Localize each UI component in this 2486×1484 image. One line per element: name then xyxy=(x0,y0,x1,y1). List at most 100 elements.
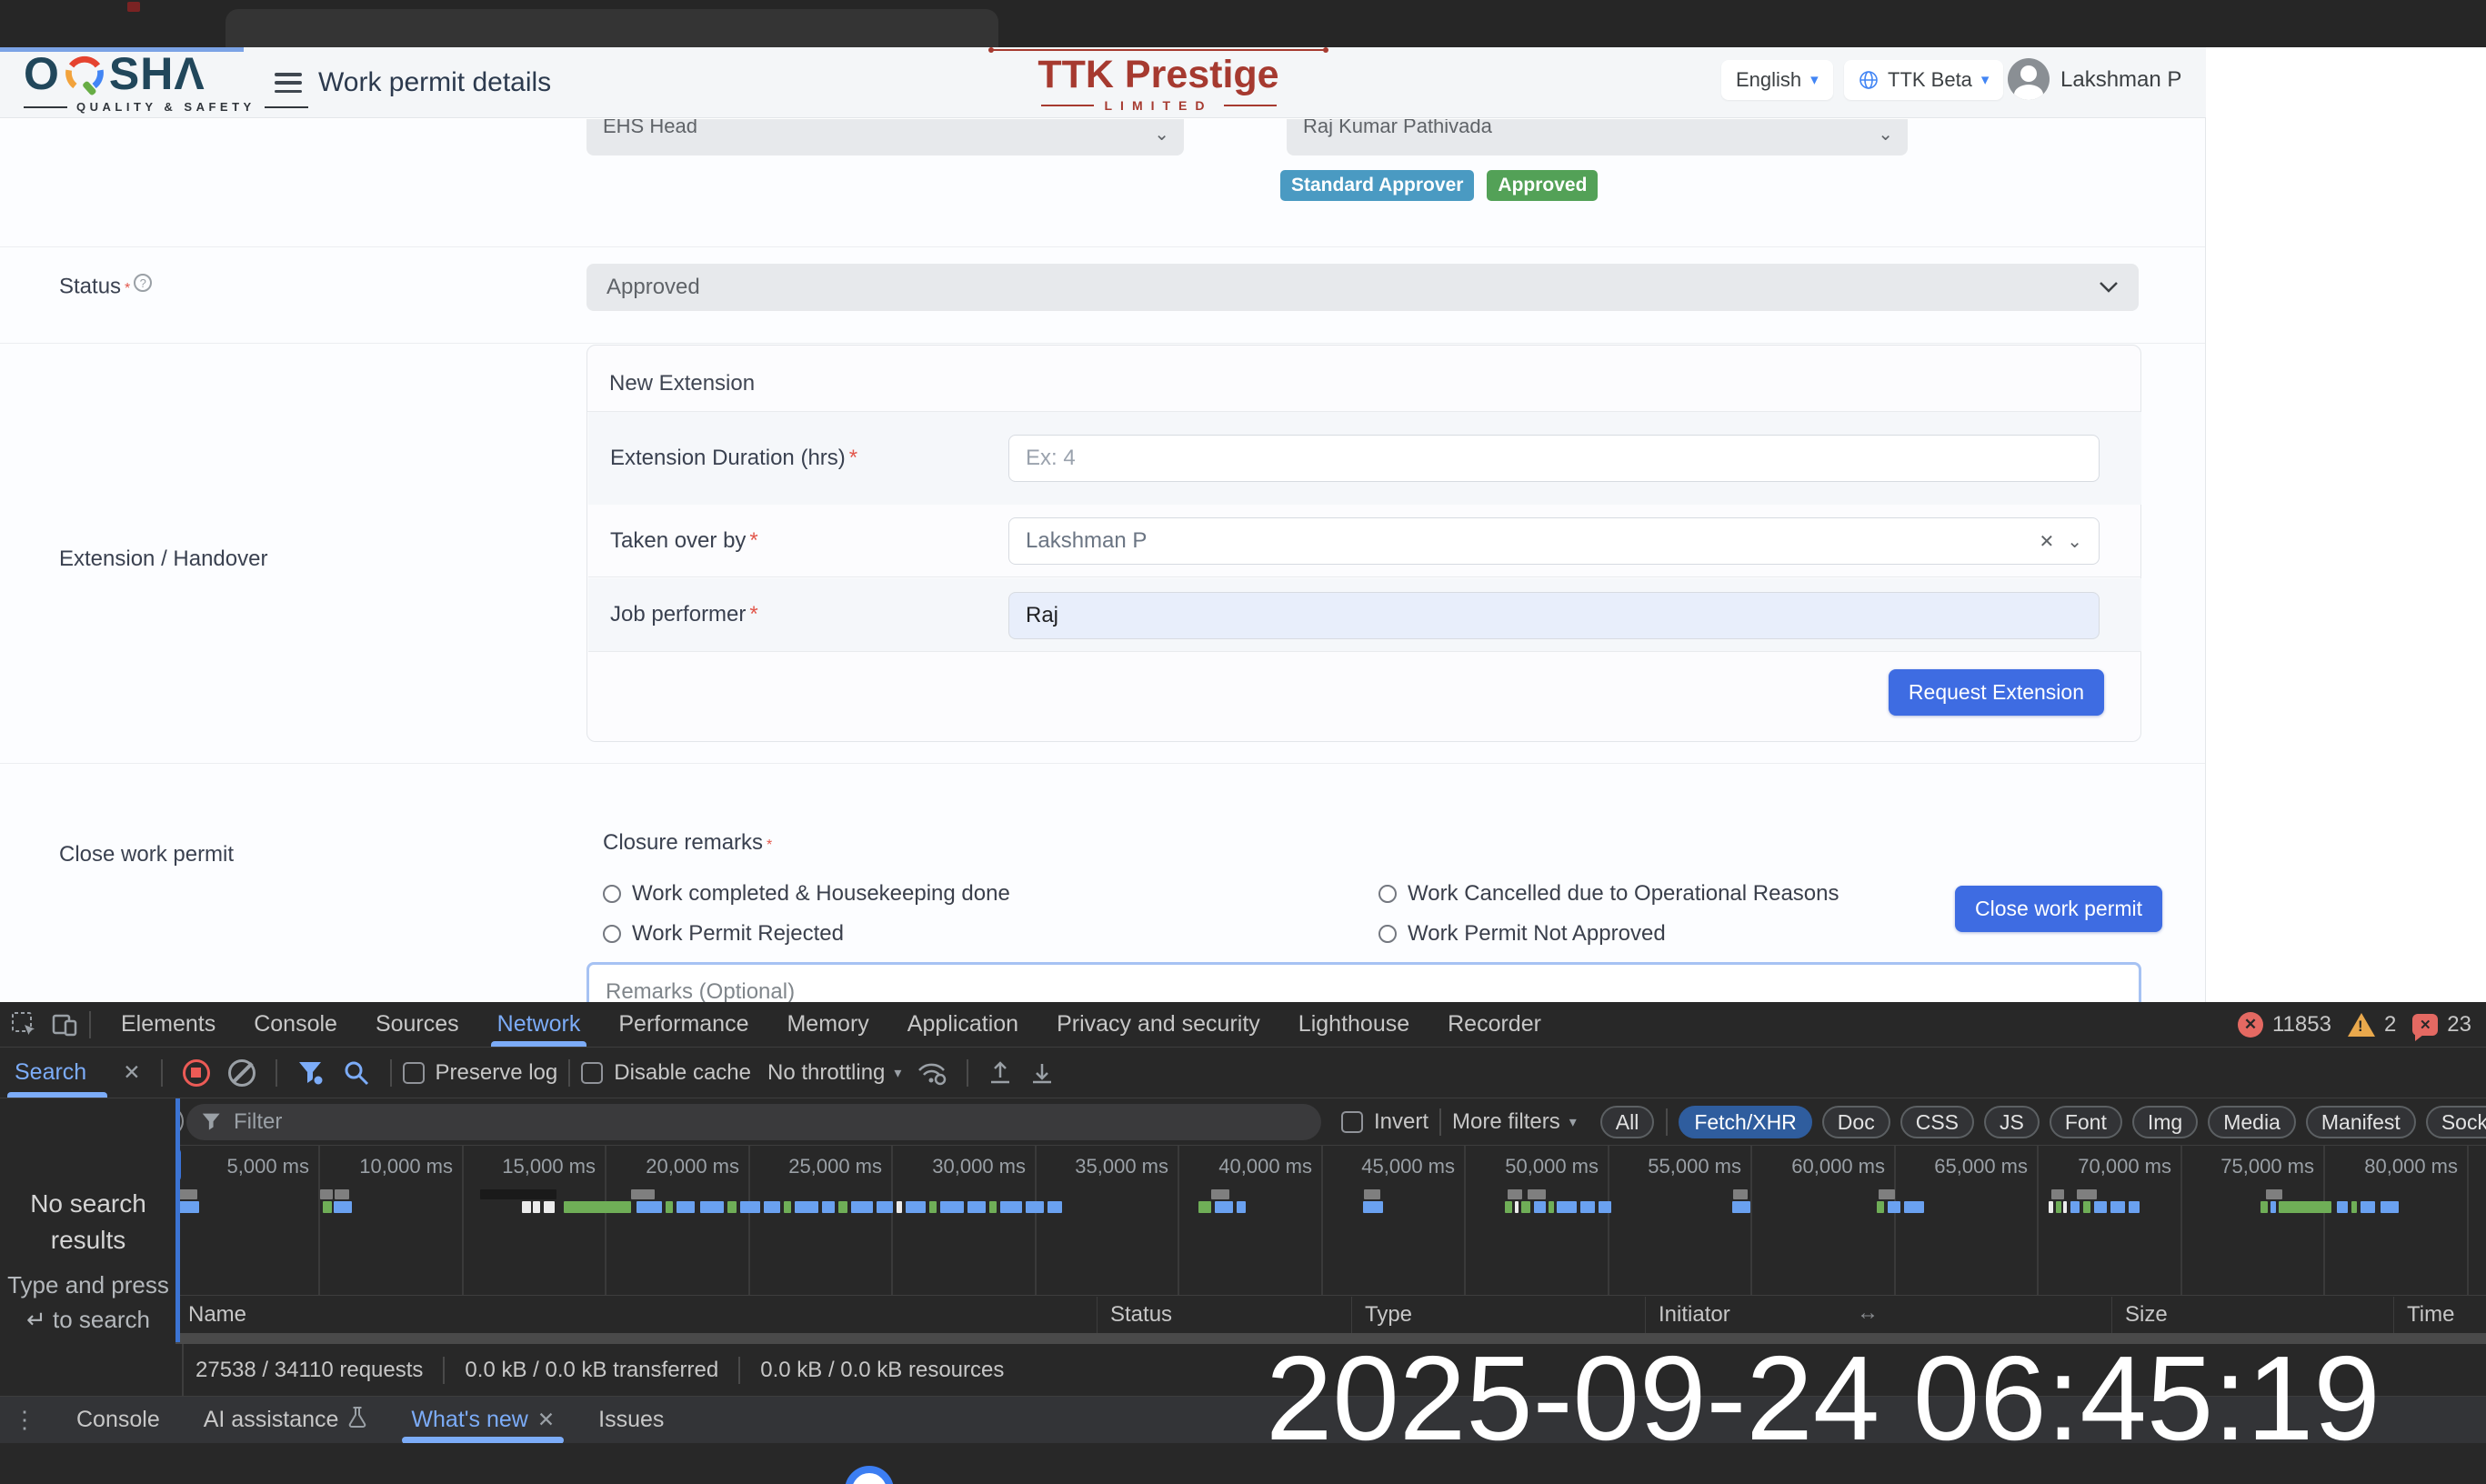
close-search-icon[interactable]: ✕ xyxy=(123,1060,140,1085)
status-select[interactable]: Approved xyxy=(586,264,2139,311)
waterfall-bar xyxy=(2110,1201,2125,1213)
chip-img[interactable]: Img xyxy=(2132,1106,2198,1138)
close-icon[interactable]: ✕ xyxy=(537,1408,555,1432)
avatar[interactable] xyxy=(2008,58,2050,100)
waterfall-bar xyxy=(2051,1189,2064,1199)
drawer-tab-what-s-new[interactable]: What's new✕ xyxy=(411,1407,555,1433)
devtools-tab-recorder[interactable]: Recorder xyxy=(1428,1002,1560,1047)
inspect-icon[interactable] xyxy=(11,1011,38,1038)
chip-js[interactable]: JS xyxy=(1984,1106,2040,1138)
devtools-tab-elements[interactable]: Elements xyxy=(102,1002,235,1047)
devtools-tab-sources[interactable]: Sources xyxy=(356,1002,478,1047)
filter-icon[interactable] xyxy=(297,1060,325,1086)
radio-icon[interactable] xyxy=(603,885,621,903)
column-header-type[interactable]: Type xyxy=(1351,1297,1645,1333)
disable-cache-label[interactable]: Disable cache xyxy=(614,1060,751,1086)
network-overview-timeline[interactable]: 5,000 ms10,000 ms15,000 ms20,000 ms25,00… xyxy=(0,1146,2486,1295)
chip-manifest[interactable]: Manifest xyxy=(2306,1106,2416,1138)
invert-label[interactable]: Invert xyxy=(1374,1109,1428,1135)
chip-doc[interactable]: Doc xyxy=(1822,1106,1890,1138)
duration-input[interactable] xyxy=(1008,435,2100,482)
closure-option[interactable]: Work Cancelled due to Operational Reason… xyxy=(1378,881,1839,907)
pane-splitter[interactable] xyxy=(175,1098,180,1342)
warnings-icon[interactable] xyxy=(2348,1013,2375,1037)
chip-fetch-xhr[interactable]: Fetch/XHR xyxy=(1679,1106,1811,1138)
radio-icon[interactable] xyxy=(1378,885,1397,903)
drawer-tab-console[interactable]: Console xyxy=(76,1407,160,1433)
search-icon[interactable] xyxy=(343,1059,370,1087)
oqsha-tagline: QUALITY & SAFETY xyxy=(24,100,308,114)
chat-widget-icon[interactable] xyxy=(845,1466,894,1484)
taken-over-select[interactable]: Lakshman P ✕⌄ xyxy=(1008,517,2100,565)
close-work-permit-button[interactable]: Close work permit xyxy=(1955,886,2162,932)
column-header-time[interactable]: Time xyxy=(2393,1297,2486,1333)
invert-checkbox[interactable] xyxy=(1341,1111,1363,1133)
waterfall-bar xyxy=(179,1189,197,1199)
chip-media[interactable]: Media xyxy=(2208,1106,2296,1138)
closure-option[interactable]: Work completed & Housekeeping done xyxy=(603,881,1378,907)
import-har-icon[interactable] xyxy=(1030,1060,1054,1086)
waterfall-bar xyxy=(480,1189,556,1199)
menu-icon[interactable] xyxy=(275,73,302,93)
disable-cache-checkbox[interactable] xyxy=(581,1062,603,1084)
drawer-tab-issues[interactable]: Issues xyxy=(598,1407,664,1433)
clear-network-log-icon[interactable] xyxy=(228,1059,256,1087)
drawer-tab-ai-assistance[interactable]: AI assistance xyxy=(204,1405,368,1435)
chevron-down-icon[interactable]: ⌄ xyxy=(2067,530,2082,553)
waterfall-bar xyxy=(1026,1201,1044,1213)
column-header-status[interactable]: Status xyxy=(1097,1297,1351,1333)
timeline-tick-label: 80,000 ms xyxy=(2303,1155,2458,1178)
clear-selection-icon[interactable]: ✕ xyxy=(2039,530,2054,553)
tenant-dropdown[interactable]: TTK Beta ▾ xyxy=(1844,60,2003,100)
radio-icon[interactable] xyxy=(603,925,621,943)
throttling-select[interactable]: No throttling xyxy=(767,1060,885,1086)
warnings-count[interactable]: 2 xyxy=(2384,1012,2396,1038)
preserve-log-checkbox[interactable] xyxy=(403,1062,425,1084)
closure-option[interactable]: Work Permit Not Approved xyxy=(1378,921,1839,947)
chip-socket[interactable]: Socket xyxy=(2426,1106,2486,1138)
devtools-tab-console[interactable]: Console xyxy=(235,1002,356,1047)
browser-active-tab[interactable] xyxy=(226,9,998,47)
devtools-tab-network[interactable]: Network xyxy=(478,1002,600,1047)
kebab-menu-icon[interactable]: ⋮ xyxy=(13,1406,36,1434)
preserve-log-label[interactable]: Preserve log xyxy=(436,1060,558,1086)
column-header-name[interactable]: Name xyxy=(175,1297,1097,1333)
chip-all[interactable]: All xyxy=(1600,1106,1655,1138)
approver-name-select[interactable]: Raj Kumar Pathivada ⌄ xyxy=(1287,119,1908,155)
chip-css[interactable]: CSS xyxy=(1900,1106,1974,1138)
filter-input[interactable]: Filter xyxy=(186,1104,1321,1140)
issues-icon[interactable]: ✕ xyxy=(2412,1014,2438,1036)
errors-icon[interactable]: ✕ xyxy=(2238,1012,2263,1038)
devtools-tab-memory[interactable]: Memory xyxy=(767,1002,887,1047)
errors-count[interactable]: 11853 xyxy=(2272,1012,2331,1038)
waterfall-bar xyxy=(740,1201,760,1213)
status-row-label: Status*? xyxy=(59,274,152,299)
divider xyxy=(967,1059,968,1087)
waterfall-bar xyxy=(1198,1201,1211,1213)
divider xyxy=(1439,1108,1441,1136)
issues-count[interactable]: 23 xyxy=(2447,1012,2471,1038)
devtools-tab-privacy-and-security[interactable]: Privacy and security xyxy=(1038,1002,1279,1047)
search-tab[interactable]: Search xyxy=(15,1048,123,1098)
closure-option-label: Work Cancelled due to Operational Reason… xyxy=(1408,881,1839,907)
waterfall-bar xyxy=(1508,1189,1522,1199)
devtools-tab-performance[interactable]: Performance xyxy=(599,1002,767,1047)
approver-role-select[interactable]: EHS Head ⌄ xyxy=(586,119,1184,155)
devtools-tab-lighthouse[interactable]: Lighthouse xyxy=(1279,1002,1428,1047)
browser-extension-icon[interactable] xyxy=(127,2,140,12)
closure-option[interactable]: Work Permit Rejected xyxy=(603,921,1378,947)
column-header-size[interactable]: Size xyxy=(2111,1297,2393,1333)
chip-font[interactable]: Font xyxy=(2050,1106,2122,1138)
more-filters-button[interactable]: More filters xyxy=(1452,1109,1560,1135)
devtools-tab-application[interactable]: Application xyxy=(888,1002,1038,1047)
language-dropdown[interactable]: English ▾ xyxy=(1721,60,1833,100)
record-network-log-icon[interactable] xyxy=(183,1059,210,1087)
request-extension-button[interactable]: Request Extension xyxy=(1889,669,2104,716)
export-har-icon[interactable] xyxy=(988,1060,1012,1086)
waterfall-bar xyxy=(1888,1201,1900,1213)
network-conditions-icon[interactable] xyxy=(916,1060,948,1086)
radio-icon[interactable] xyxy=(1378,925,1397,943)
device-toolbar-icon[interactable] xyxy=(51,1011,78,1038)
help-icon[interactable]: ? xyxy=(134,274,152,292)
job-performer-input[interactable] xyxy=(1008,592,2100,639)
